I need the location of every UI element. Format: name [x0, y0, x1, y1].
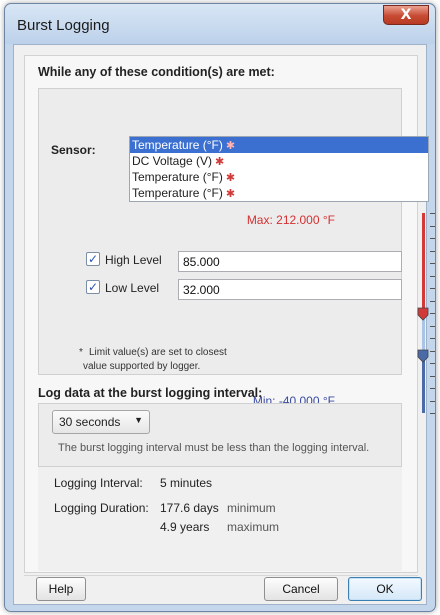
- close-icon: X: [400, 7, 412, 23]
- dialog-title: Burst Logging: [17, 17, 110, 34]
- slider-tick: [430, 238, 435, 239]
- sensor-item-label: Temperature (°F): [132, 138, 223, 152]
- interval-helper-text: The burst logging interval must be less …: [58, 442, 370, 454]
- logging-interval-value: 5 minutes: [160, 476, 213, 490]
- low-level-checkbox[interactable]: ✓: [86, 280, 100, 294]
- logging-duration-label: Logging Duration:: [54, 501, 149, 515]
- sensor-label: Sensor:: [51, 143, 96, 157]
- bug-icon: ✱: [215, 156, 225, 168]
- sensor-item[interactable]: Temperature (°F) ✱: [130, 137, 428, 153]
- chevron-down-icon: ▼: [134, 415, 143, 425]
- slider-track-upper: [422, 213, 425, 314]
- dialog-window: Burst Logging X While any of these condi…: [4, 3, 436, 612]
- sensor-item-label: Temperature (°F): [132, 170, 223, 184]
- low-level-thumb[interactable]: [416, 349, 430, 363]
- close-button[interactable]: X: [383, 5, 429, 25]
- slider-tick: [430, 375, 435, 377]
- slider-tick: [430, 250, 435, 252]
- dialog-client-area: While any of these condition(s) are met:…: [13, 44, 435, 605]
- slider-tick: [430, 325, 435, 327]
- duration-min-label: minimum: [227, 501, 276, 515]
- slider-track-lower: [422, 355, 425, 413]
- logging-interval-label: Logging Interval:: [54, 476, 143, 490]
- bug-icon: ✱: [225, 188, 236, 200]
- sensor-item-label: DC Voltage (V): [132, 154, 213, 168]
- slider-tick: [430, 225, 435, 227]
- note-star: *: [79, 347, 83, 358]
- slider-tick: [430, 413, 435, 414]
- slider-tick: [430, 263, 435, 264]
- conditions-box: Sensor: Temperature (°F) ✱ DC Voltage (V)…: [38, 88, 435, 414]
- sensor-item[interactable]: Temperature (°F) ✱: [130, 185, 428, 201]
- slider-tick: [430, 350, 435, 352]
- limit-note: * Limit value(s) are set to closest valu…: [79, 346, 227, 374]
- conditions-heading: While any of these condition(s) are met:: [38, 65, 275, 79]
- slider-tick: [430, 213, 435, 214]
- sensor-item[interactable]: Temperature (°F) ✱: [130, 169, 428, 185]
- ok-button[interactable]: OK: [348, 577, 422, 601]
- burst-interval-dropdown[interactable]: 30 seconds ▼: [52, 410, 150, 434]
- bug-icon: ✱: [225, 172, 236, 184]
- note-line-1: Limit value(s) are set to closest: [89, 347, 227, 358]
- help-button[interactable]: Help: [36, 577, 86, 601]
- high-level-checkbox[interactable]: ✓: [86, 252, 100, 266]
- note-line-2: value supported by logger.: [83, 361, 201, 372]
- cancel-button[interactable]: Cancel: [264, 577, 338, 601]
- slider-tick: [430, 313, 435, 314]
- interval-heading: Log data at the burst logging interval:: [38, 386, 263, 400]
- high-level-thumb[interactable]: [416, 307, 430, 321]
- title-bar[interactable]: Burst Logging X: [5, 4, 435, 44]
- slider-tick: [430, 363, 435, 364]
- high-level-input[interactable]: [178, 251, 402, 272]
- slider-tick: [430, 388, 435, 389]
- bug-icon: ✱: [225, 140, 236, 152]
- max-label: Max: 212.000 °F: [246, 213, 335, 227]
- burst-interval-value: 30 seconds: [59, 415, 121, 429]
- low-level-label: Low Level: [105, 281, 160, 295]
- sensor-item-label: Temperature (°F): [132, 186, 223, 200]
- slider-tick: [430, 400, 435, 402]
- low-level-input[interactable]: [178, 279, 402, 300]
- high-level-label: High Level: [105, 253, 162, 267]
- sensor-list[interactable]: Temperature (°F) ✱ DC Voltage (V) ✱ Temper…: [129, 136, 429, 202]
- sensor-item[interactable]: DC Voltage (V) ✱: [130, 153, 428, 169]
- duration-min-value: 177.6 days: [160, 501, 219, 515]
- duration-max-value: 4.9 years: [160, 520, 210, 534]
- slider-tick: [430, 338, 435, 339]
- divider: [24, 575, 418, 576]
- slider-tick: [430, 300, 435, 302]
- slider-tick: [430, 288, 435, 289]
- level-range-slider[interactable]: [411, 213, 440, 414]
- duration-max-label: maximum: [227, 520, 280, 534]
- slider-tick: [430, 275, 435, 277]
